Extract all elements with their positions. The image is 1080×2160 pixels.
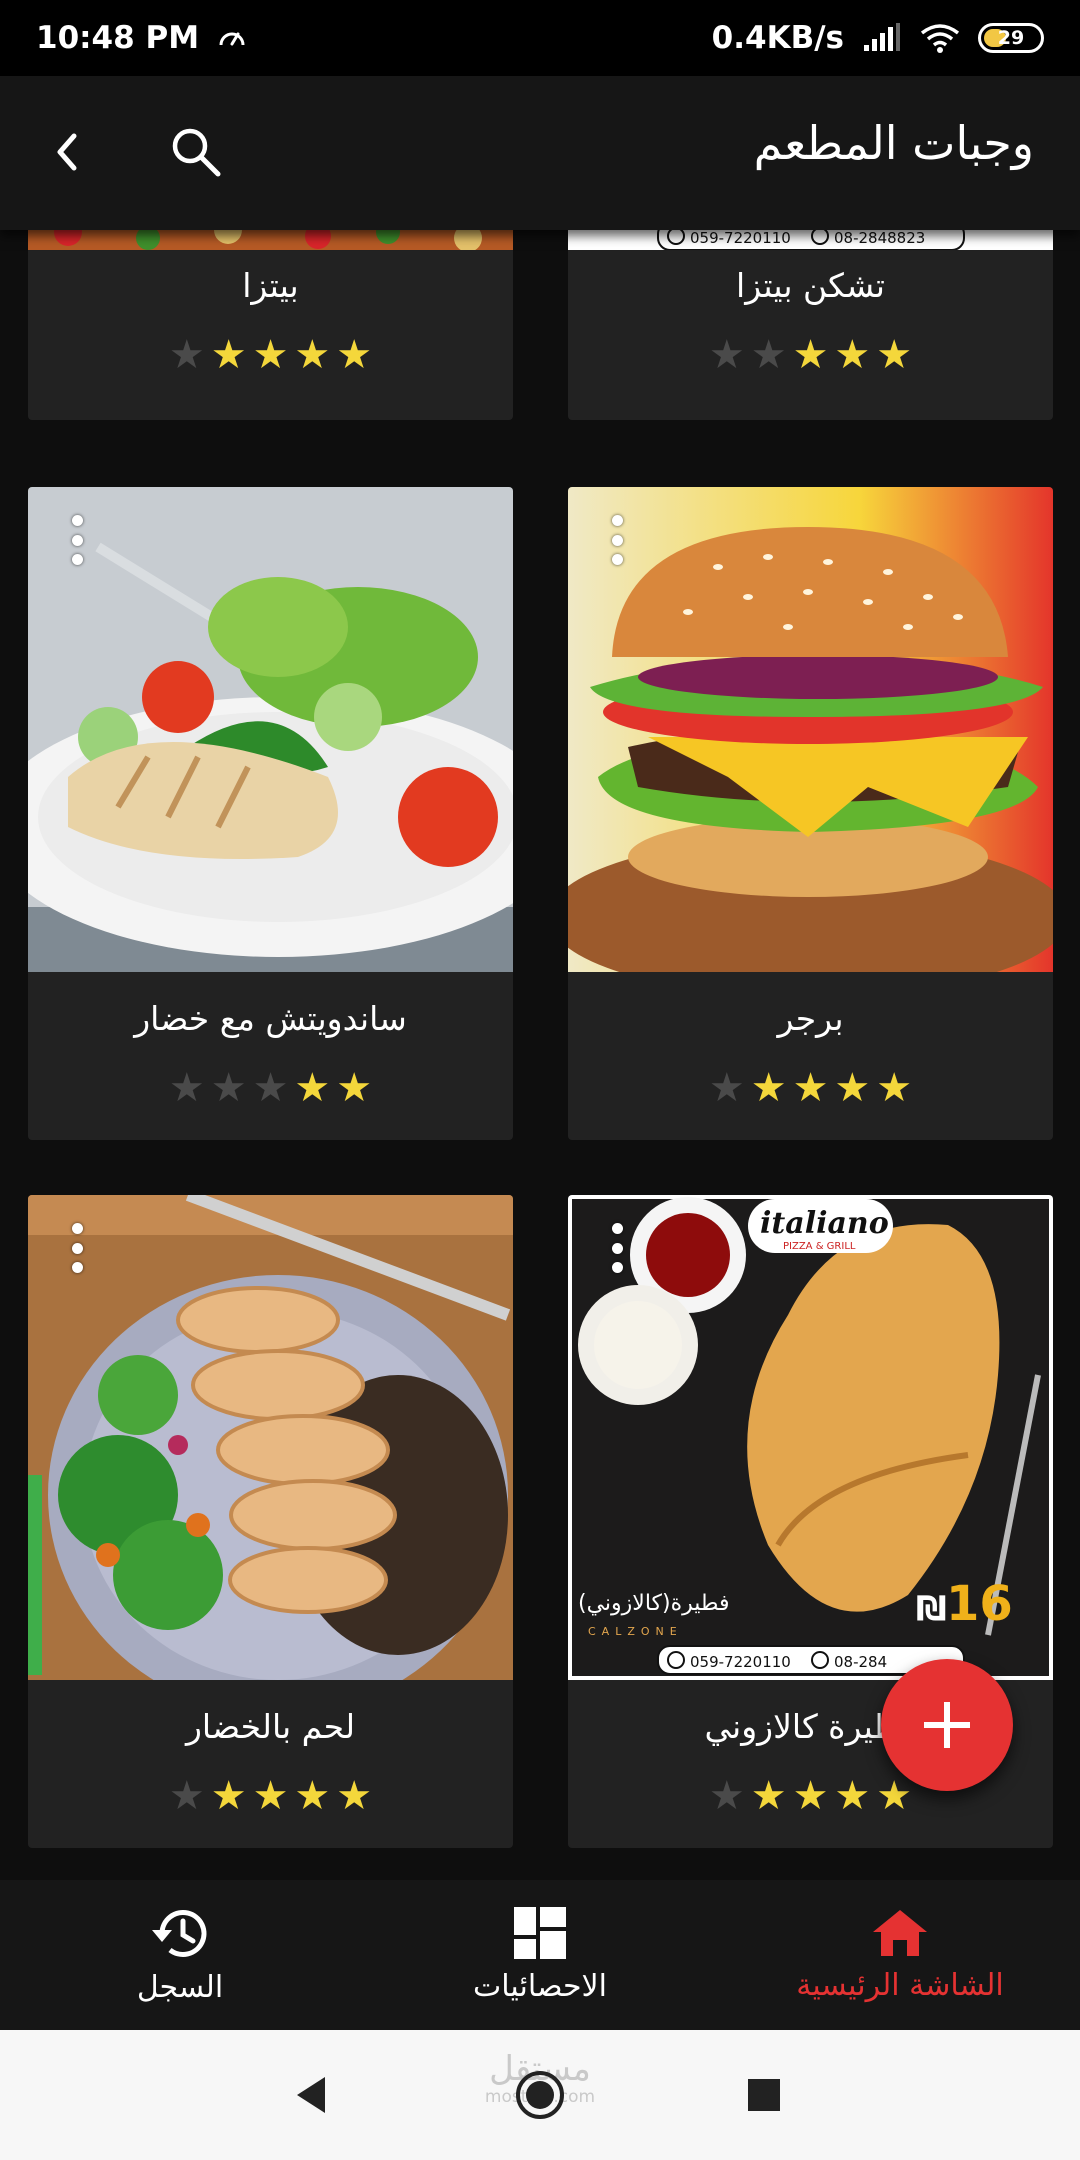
home-icon xyxy=(873,1909,927,1956)
star-empty-icon: ★ xyxy=(210,1065,247,1111)
promo-phone-land: 08-2848823 xyxy=(834,230,925,247)
star-filled-icon: ★ xyxy=(792,332,829,378)
star-empty-icon: ★ xyxy=(750,332,787,378)
star-filled-icon: ★ xyxy=(210,332,247,378)
status-left: 10:48 PM xyxy=(36,20,247,56)
nav-item-stats[interactable]: الاحصائيات xyxy=(360,1880,720,2030)
rating-stars: ★ ★ ★ ★ ★ xyxy=(28,1773,513,1819)
promo-phone-land-cut: 08-284 xyxy=(834,1653,887,1671)
more-options-icon[interactable] xyxy=(70,515,84,565)
star-filled-icon: ★ xyxy=(792,1065,829,1111)
star-filled-icon: ★ xyxy=(834,1065,871,1111)
meal-card[interactable]: لحم بالخضار ★ ★ ★ ★ ★ xyxy=(28,1195,513,1848)
star-filled-icon: ★ xyxy=(294,1065,331,1111)
home-circle-icon[interactable] xyxy=(507,2062,573,2128)
battery-icon: 29 xyxy=(978,23,1044,53)
back-triangle-icon[interactable] xyxy=(278,2062,344,2128)
chicken-vegetables-image xyxy=(28,1195,513,1680)
star-filled-icon: ★ xyxy=(294,1773,331,1819)
chevron-left-icon[interactable] xyxy=(44,126,92,178)
bottom-navigation: الشاشة الرئيسية الاحصائيات السجل xyxy=(0,1880,1080,2030)
speed-gauge-icon xyxy=(217,23,247,53)
calzone-image: italiano PIZZA & GRILL فطيرة(كالازوني) C… xyxy=(568,1195,1053,1680)
meal-name: لحم بالخضار xyxy=(185,1707,355,1746)
nav-item-label: الشاشة الرئيسية xyxy=(796,1967,1004,2003)
star-filled-icon: ★ xyxy=(294,332,331,378)
nav-item-label: السجل xyxy=(136,1969,224,2005)
battery-level: 29 xyxy=(997,27,1025,49)
star-filled-icon: ★ xyxy=(876,1065,913,1111)
nav-item-history[interactable]: السجل xyxy=(0,1880,360,2030)
nav-item-label: الاحصائيات xyxy=(473,1968,607,2004)
star-empty-icon: ★ xyxy=(708,1065,745,1111)
star-empty-icon: ★ xyxy=(168,1065,205,1111)
more-options-icon[interactable] xyxy=(70,1223,84,1273)
promo-item-en: CALZONE xyxy=(588,1625,683,1638)
meal-card[interactable]: 059-7220110 08-2848823 تشكن بيتزا ★ ★ ★ ★ ★ xyxy=(568,230,1053,420)
promo-brand: italiano xyxy=(760,1206,889,1241)
meal-name: ساندويتش مع خضار xyxy=(134,999,407,1038)
star-filled-icon: ★ xyxy=(336,1773,373,1819)
star-filled-icon: ★ xyxy=(336,332,373,378)
page-title: وجبات المطعم xyxy=(753,116,1034,170)
search-icon[interactable] xyxy=(168,124,224,180)
meal-image: 059-7220110 08-2848823 xyxy=(568,230,1053,250)
meals-grid: 059-7220110 08-2848823 تشكن بيتزا ★ ★ ★ ★ ★ … xyxy=(0,230,1080,1880)
promo-item: فطيرة(كالازوني) xyxy=(578,1591,729,1616)
star-empty-icon: ★ xyxy=(168,1773,205,1819)
star-filled-icon: ★ xyxy=(336,1065,373,1111)
star-filled-icon: ★ xyxy=(252,1773,289,1819)
meal-image xyxy=(28,230,513,250)
meal-card[interactable]: ساندويتش مع خضار ★ ★ ★ ★ ★ xyxy=(28,487,513,1140)
star-filled-icon: ★ xyxy=(792,1773,829,1819)
star-empty-icon: ★ xyxy=(708,1773,745,1819)
star-filled-icon: ★ xyxy=(834,1773,871,1819)
promo-phone-mobile: 059-7220110 xyxy=(690,230,791,247)
status-bar: 10:48 PM 0.4KB/s 29 xyxy=(0,0,1080,76)
more-options-icon[interactable] xyxy=(610,1223,624,1273)
network-speed: 0.4KB/s xyxy=(711,20,844,56)
promo-phone-mobile: 059-7220110 xyxy=(690,1653,791,1671)
meal-name: بيتزا xyxy=(242,266,299,305)
add-meal-button[interactable] xyxy=(881,1659,1013,1791)
star-filled-icon: ★ xyxy=(876,332,913,378)
status-time: 10:48 PM xyxy=(36,20,200,56)
more-options-icon[interactable] xyxy=(610,515,624,565)
meal-name: برجر xyxy=(777,999,844,1038)
rating-stars: ★ ★ ★ ★ ★ xyxy=(568,332,1053,378)
recents-square-icon[interactable] xyxy=(731,2062,797,2128)
signal-icon xyxy=(862,23,902,53)
app-bar: وجبات المطعم xyxy=(0,76,1080,230)
history-icon xyxy=(152,1909,207,1957)
star-filled-icon: ★ xyxy=(252,332,289,378)
star-filled-icon: ★ xyxy=(834,332,871,378)
meal-card[interactable]: برجر ★ ★ ★ ★ ★ xyxy=(568,487,1053,1140)
promo-brand-sub: PIZZA & GRILL xyxy=(783,1241,856,1252)
rating-stars: ★ ★ ★ ★ ★ xyxy=(28,332,513,378)
rating-stars: ★ ★ ★ ★ ★ xyxy=(28,1065,513,1111)
status-right: 0.4KB/s 29 xyxy=(712,20,1044,56)
system-navigation-bar: مستقل mostaql.com xyxy=(0,2030,1080,2160)
meal-card[interactable]: بيتزا ★ ★ ★ ★ ★ xyxy=(28,230,513,420)
star-empty-icon: ★ xyxy=(252,1065,289,1111)
meal-name: تشكن بيتزا xyxy=(736,266,885,305)
dashboard-icon xyxy=(514,1906,566,1959)
star-filled-icon: ★ xyxy=(750,1773,787,1819)
promo-price: 16 xyxy=(946,1576,1013,1632)
star-empty-icon: ★ xyxy=(168,332,205,378)
chicken-salad-image xyxy=(28,487,513,972)
plus-icon xyxy=(924,1702,970,1748)
nav-item-home[interactable]: الشاشة الرئيسية xyxy=(720,1880,1080,2030)
burger-image xyxy=(568,487,1053,972)
star-filled-icon: ★ xyxy=(210,1773,247,1819)
star-filled-icon: ★ xyxy=(750,1065,787,1111)
rating-stars: ★ ★ ★ ★ ★ xyxy=(568,1065,1053,1111)
star-empty-icon: ★ xyxy=(708,332,745,378)
wifi-icon xyxy=(920,23,960,53)
star-filled-icon: ★ xyxy=(876,1773,913,1819)
promo-currency: ₪ xyxy=(916,1589,947,1629)
